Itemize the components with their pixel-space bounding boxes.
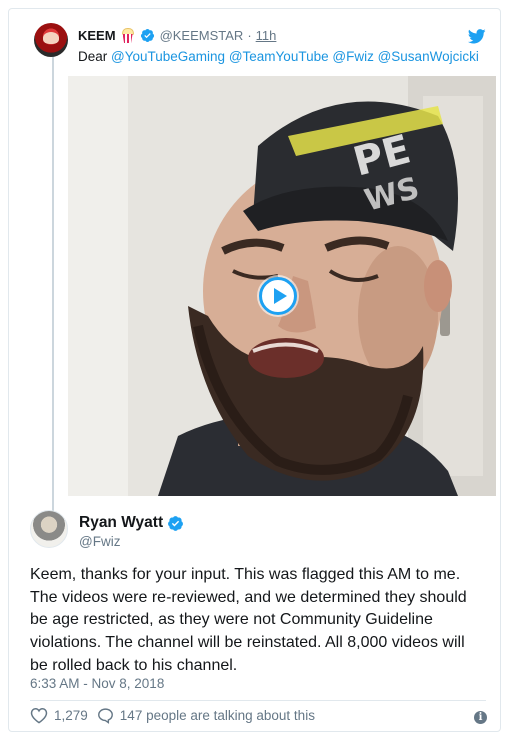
keem-avatar[interactable] <box>34 23 68 57</box>
reply-text-line: be rolled back to his channel. <box>30 656 238 674</box>
reply-author-row: Ryan Wyatt <box>79 514 184 532</box>
reply-text-line: Keem, thanks for your input. This was fl… <box>30 566 461 583</box>
comment-icon[interactable] <box>97 707 114 724</box>
reply-author-handle[interactable]: @Fwiz <box>79 534 120 549</box>
info-icon[interactable]: i <box>474 711 487 724</box>
reply-author-name[interactable]: Ryan Wyatt <box>79 514 163 532</box>
reply-text-line: be age restricted, as they were not Comm… <box>30 611 433 629</box>
separator-dot: · <box>247 28 252 43</box>
quoted-author-name[interactable]: KEEM <box>78 28 116 43</box>
mention-teamyoutube[interactable]: @TeamYouTube <box>229 49 329 64</box>
ryan-avatar[interactable] <box>30 510 68 548</box>
play-icon[interactable] <box>259 277 297 315</box>
quoted-tweet-time[interactable]: 11h <box>256 28 277 43</box>
embedded-tweet-card: KEEM @KEEMSTAR · 11h Dear @YouTubeGaming… <box>8 8 501 732</box>
reply-tweet-text: Keem, thanks for your input. This was fl… <box>30 564 490 678</box>
verified-badge-icon <box>140 29 154 42</box>
thread-connector-line <box>52 55 54 513</box>
talking-count[interactable]: 147 people are talking about this <box>120 708 315 723</box>
twitter-bird-icon[interactable] <box>468 29 486 44</box>
quoted-tweet-text: Dear @YouTubeGaming @TeamYouTube @Fwiz @… <box>78 49 479 64</box>
heart-icon[interactable] <box>30 707 48 724</box>
mention-susanwojcicki[interactable]: @SusanWojcicki <box>378 49 479 64</box>
verified-badge-icon <box>168 515 184 531</box>
reply-text-line: violations. The channel will be reinstat… <box>30 634 465 652</box>
video-player[interactable]: PE WS <box>68 76 496 496</box>
quoted-author-handle[interactable]: @KEEMSTAR <box>160 28 244 43</box>
like-count[interactable]: 1,279 <box>54 708 88 723</box>
tweet-actions: 1,279 147 people are talking about this <box>30 707 315 724</box>
divider <box>30 700 486 701</box>
reply-text-line: The videos were re-reviewed, and we dete… <box>30 588 467 606</box>
quoted-text-prefix: Dear <box>78 49 108 64</box>
popcorn-emoji-icon <box>121 28 135 43</box>
quoted-tweet-header: KEEM @KEEMSTAR · 11h <box>78 28 276 43</box>
tweet-timestamp[interactable]: 6:33 AM - Nov 8, 2018 <box>30 676 164 691</box>
mention-fwiz[interactable]: @Fwiz <box>332 49 373 64</box>
mention-youtubegaming[interactable]: @YouTubeGaming <box>111 49 225 64</box>
